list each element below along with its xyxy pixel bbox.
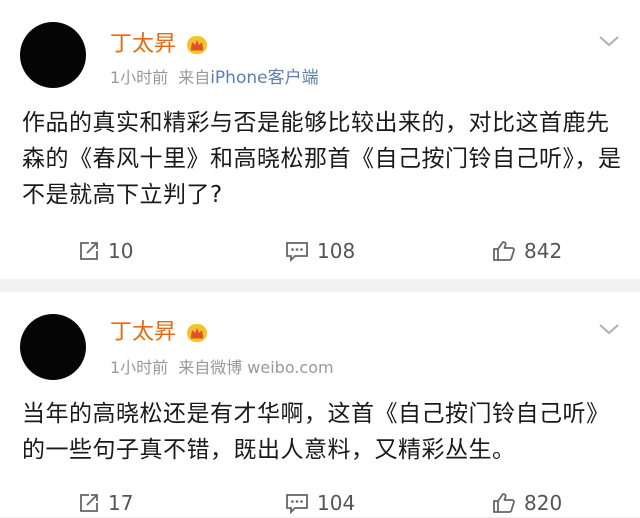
post-meta: 1小时前 来自iPhone客户端	[110, 68, 319, 88]
action-bar: 17 104 820	[0, 488, 640, 518]
username[interactable]: 丁太昇	[110, 32, 176, 58]
weibo-post: 丁太昇 1小时前 来自iPhone客户端 作品的真实和精彩与否是能够比较出来的，对…	[0, 0, 640, 279]
repost-icon	[80, 494, 98, 512]
comment-count: 104	[317, 491, 356, 515]
post-text: 作品的真实和精彩与否是能够比较出来的，对比这首鹿先森的《春风十里》和高晓松那首《…	[22, 110, 622, 208]
vip-crown-icon	[187, 36, 207, 54]
post-text: 当年的高晓松还是有才华啊，这首《自己按门铃自己听》的一些句子真不错，既出人意料，…	[22, 401, 610, 463]
repost-button[interactable]: 10	[78, 236, 133, 266]
repost-count: 10	[108, 239, 134, 263]
comment-button[interactable]: 104	[285, 488, 355, 518]
chevron-down-icon[interactable]	[598, 322, 620, 336]
like-button[interactable]: 820	[492, 488, 562, 518]
action-bar: 10 108 842	[0, 236, 640, 266]
post-time: 1小时前	[110, 358, 169, 377]
comment-button[interactable]: 108	[285, 236, 355, 266]
comment-icon	[286, 242, 308, 262]
repost-button[interactable]: 17	[78, 488, 133, 518]
weibo-post: 丁太昇 1小时前 来自微博 weibo.com 当年的高晓松还是有才华啊，这首《自…	[0, 292, 640, 517]
avatar[interactable]	[20, 314, 86, 380]
post-meta: 1小时前 来自微博 weibo.com	[110, 358, 334, 378]
comment-icon	[286, 494, 308, 514]
repost-icon	[80, 242, 98, 260]
username[interactable]: 丁太昇	[110, 320, 176, 346]
thumbs-up-icon	[493, 241, 515, 261]
source-app-link[interactable]: iPhone客户端	[210, 68, 318, 88]
comment-count: 108	[317, 239, 356, 263]
like-count: 842	[524, 239, 563, 263]
like-count: 820	[524, 491, 563, 515]
source-prefix: 来自微博	[178, 358, 243, 377]
chevron-down-icon[interactable]	[598, 34, 620, 48]
vip-crown-icon	[187, 324, 207, 342]
source-app-link[interactable]: weibo.com	[247, 358, 333, 377]
thumbs-up-icon	[493, 493, 515, 513]
like-button[interactable]: 842	[492, 236, 562, 266]
source-prefix: 来自	[178, 68, 211, 87]
avatar[interactable]	[20, 22, 86, 88]
post-time: 1小时前	[110, 68, 169, 87]
repost-count: 17	[108, 491, 134, 515]
